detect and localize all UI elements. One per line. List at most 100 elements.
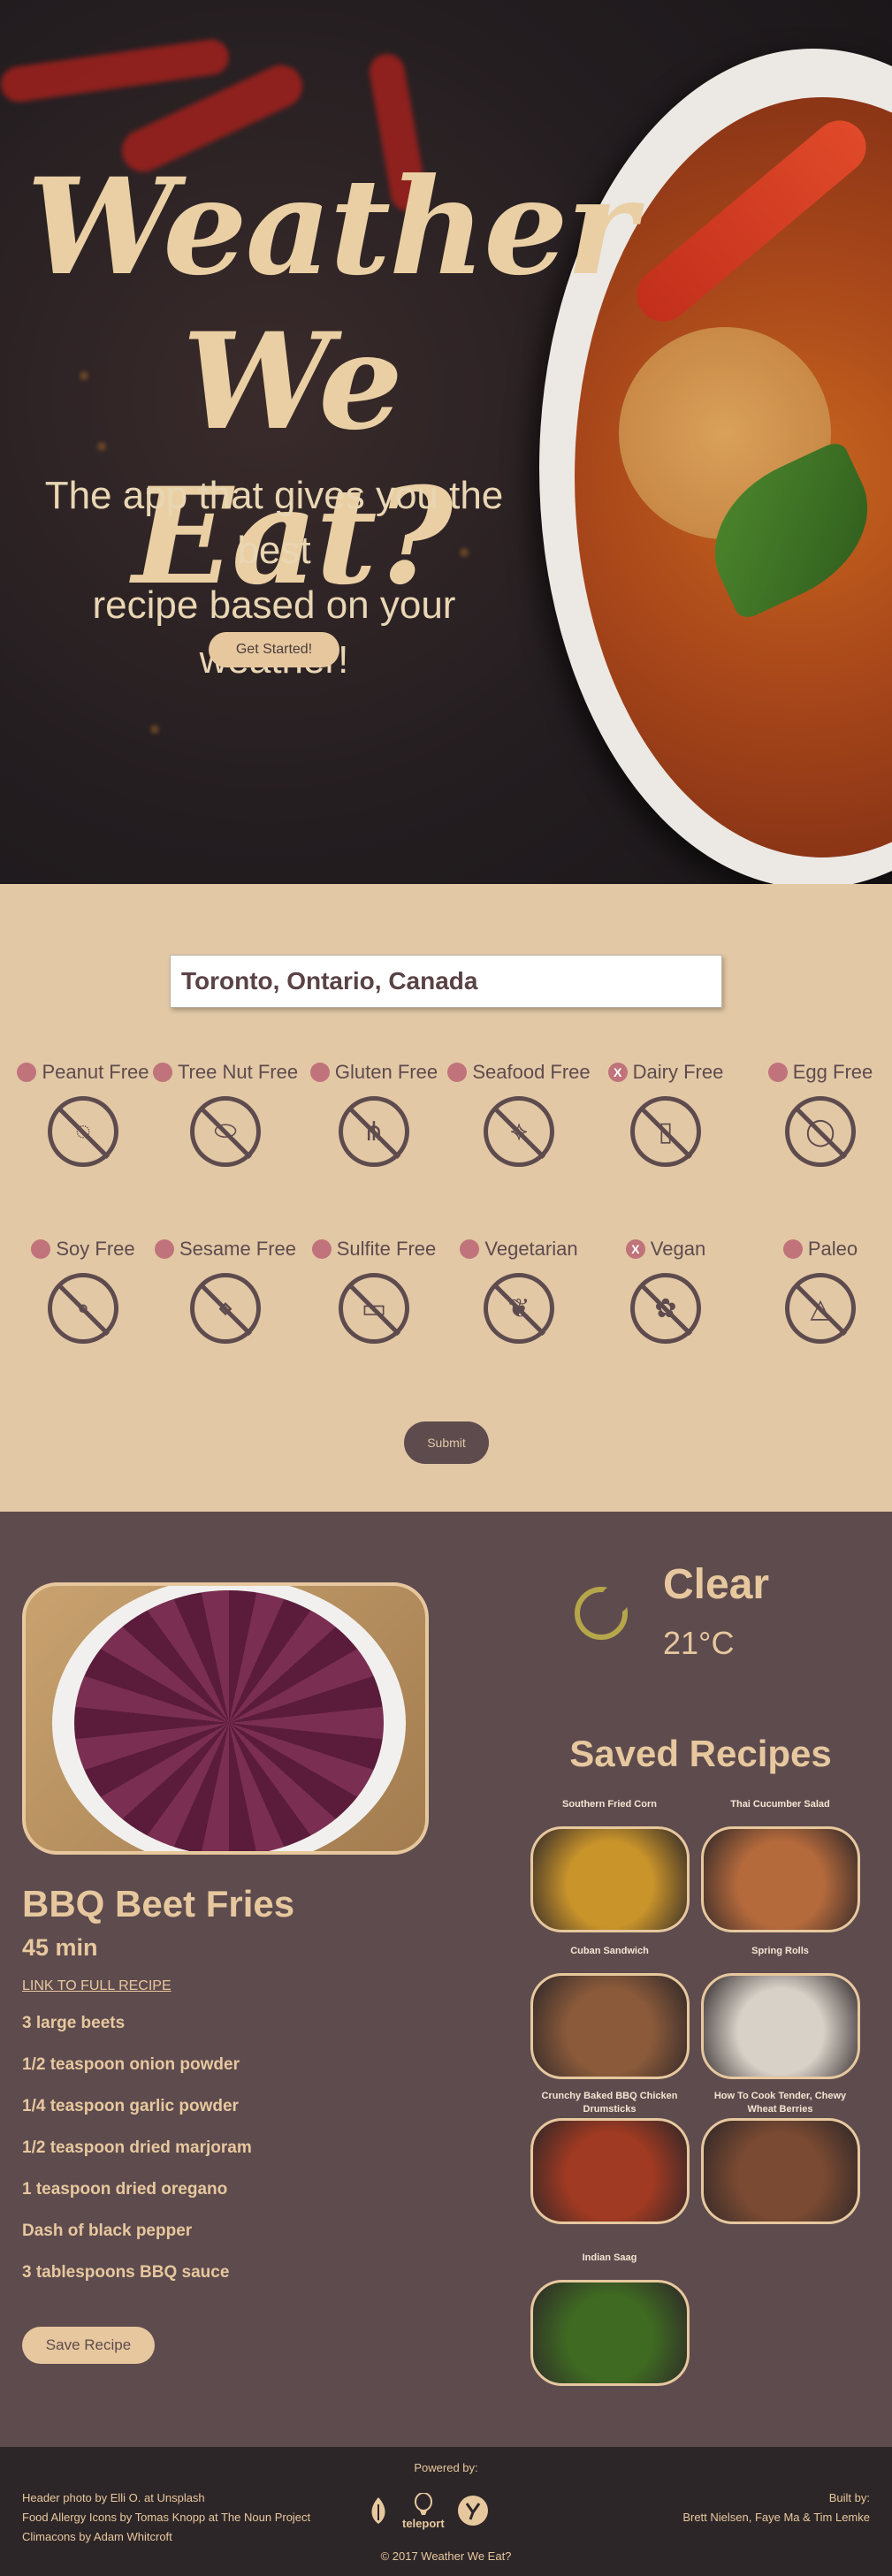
saved-recipe-thumbnail[interactable] [530, 2118, 690, 2224]
saved-recipe-name[interactable]: Cuban Sandwich [528, 1945, 691, 1973]
ingredient-item: 1/4 teaspoon garlic powder [22, 2097, 239, 2115]
powered-by-logos: teleport [367, 2491, 526, 2530]
saved-recipe-name[interactable]: Southern Fried Corn [528, 1798, 691, 1826]
saved-recipe-card[interactable]: Cuban Sandwich [528, 1945, 691, 2079]
filter-label[interactable]: Seafood Free [447, 1061, 591, 1084]
filter-option-soy-free[interactable]: Soy Free ∘ [12, 1238, 154, 1379]
teleport-logo[interactable]: teleport [402, 2491, 445, 2530]
filter-option-tree-nut-free[interactable]: Tree Nut Free ⬭ [152, 1061, 299, 1202]
filter-option-sesame-free[interactable]: Sesame Free ⋄ [154, 1238, 296, 1379]
filter-option-gluten-free[interactable]: Gluten Free ⋔ [303, 1061, 445, 1202]
recipe-section: BBQ Beet Fries 45 min LINK TO FULL RECIP… [0, 1512, 892, 2447]
ingredient-item: 1/2 teaspoon onion powder [22, 2055, 240, 2074]
checkbox-marked[interactable]: X [625, 1239, 645, 1259]
saved-recipe-card[interactable]: Indian Saag [528, 2252, 691, 2386]
filter-label[interactable]: Egg Free [750, 1061, 891, 1084]
saved-recipe-name[interactable]: Thai Cucumber Salad [698, 1798, 862, 1826]
filter-label[interactable]: Tree Nut Free [152, 1061, 299, 1084]
peanut-free-icon: ◌ [48, 1096, 118, 1167]
icon-glyph: △ [810, 1294, 831, 1323]
saved-recipe-thumbnail[interactable] [700, 1826, 860, 1932]
filter-label-text: Vegetarian [484, 1238, 578, 1260]
saved-recipe-thumbnail[interactable] [530, 2280, 690, 2386]
saved-recipe-name[interactable]: How To Cook Tender, Chewy Wheat Berries [698, 2090, 862, 2118]
built-by: Built by: Brett Nielsen, Faye Ma & Tim L… [682, 2488, 870, 2527]
ingredient-item: 1/2 teaspoon dried marjoram [22, 2138, 252, 2157]
filter-option-paleo[interactable]: Paleo △ [750, 1238, 891, 1379]
filter-option-sulfite-free[interactable]: Sulfite Free ▭ [303, 1238, 445, 1379]
filter-label[interactable]: Peanut Free [12, 1061, 154, 1084]
checkbox[interactable] [17, 1063, 37, 1082]
tree-nut-free-icon: ⬭ [190, 1096, 261, 1167]
filter-label-text: Tree Nut Free [177, 1061, 299, 1083]
teleport-logo-text: teleport [402, 2516, 445, 2530]
filter-label[interactable]: Gluten Free [303, 1061, 445, 1084]
seafood-free-icon: ⟡ [484, 1096, 554, 1167]
checkbox-marked[interactable]: X [607, 1063, 628, 1082]
icon-glyph: ⋄ [217, 1294, 234, 1323]
checkbox[interactable] [31, 1239, 51, 1259]
gluten-free-icon: ⋔ [339, 1096, 409, 1167]
location-input[interactable] [170, 955, 722, 1008]
sulfite-free-icon: ▭ [339, 1273, 409, 1344]
checkbox[interactable] [309, 1063, 330, 1082]
checkbox[interactable] [782, 1239, 803, 1259]
filter-label-text: Peanut Free [42, 1061, 149, 1083]
full-recipe-link[interactable]: LINK TO FULL RECIPE [22, 1978, 172, 1994]
saved-recipe-name[interactable]: Crunchy Baked BBQ Chicken Drumsticks [528, 2090, 691, 2118]
saved-recipes-title: Saved Recipes [569, 1733, 832, 1774]
footer: Header photo by Elli O. at Unsplash Food… [0, 2447, 892, 2576]
saved-recipe-card[interactable]: Southern Fried Corn [528, 1798, 691, 1932]
filter-label[interactable]: Soy Free [12, 1238, 154, 1261]
saved-recipe-thumbnail[interactable] [530, 1973, 690, 2079]
filter-label[interactable]: X Dairy Free [595, 1061, 736, 1084]
filter-label[interactable]: Sesame Free [154, 1238, 296, 1261]
checkbox[interactable] [447, 1063, 468, 1082]
filter-option-dairy-free[interactable]: X Dairy Free ▯ [595, 1061, 736, 1202]
save-recipe-button[interactable]: Save Recipe [22, 2327, 155, 2364]
saved-recipe-card[interactable]: How To Cook Tender, Chewy Wheat Berries [698, 2090, 862, 2224]
yummly-logo-icon[interactable] [457, 2495, 489, 2526]
saved-recipe-name[interactable]: Spring Rolls [698, 1945, 862, 1973]
hero-section: Weather We Eat? The app that gives you t… [0, 0, 892, 884]
balloon-icon [414, 2491, 432, 2515]
checkbox[interactable] [311, 1239, 332, 1259]
icon-glyph: ✿ [654, 1294, 677, 1323]
saved-recipe-thumbnail[interactable] [530, 1826, 690, 1932]
filter-label-text: Vegan [650, 1238, 706, 1260]
icon-glyph: ▯ [658, 1117, 674, 1147]
checkbox[interactable] [154, 1239, 174, 1259]
filter-label[interactable]: X Vegan [595, 1238, 736, 1261]
filter-option-peanut-free[interactable]: Peanut Free ◌ [12, 1061, 154, 1202]
ingredient-list: 3 large beets 1/2 teaspoon onion powder 1/… [22, 2014, 252, 2305]
filter-label[interactable]: Paleo [750, 1238, 891, 1261]
checkbox[interactable] [767, 1063, 788, 1082]
get-started-button[interactable]: Get Started! [209, 632, 339, 667]
credit-header-photo: Header photo by Elli O. at Unsplash [22, 2491, 205, 2504]
ingredient-item: 1 teaspoon dried oregano [22, 2180, 228, 2199]
checkbox[interactable] [152, 1063, 172, 1082]
saved-recipe-card[interactable]: Crunchy Baked BBQ Chicken Drumsticks [528, 2090, 691, 2224]
filter-label[interactable]: Vegetarian [448, 1238, 590, 1261]
checkbox[interactable] [460, 1239, 480, 1259]
filter-option-seafood-free[interactable]: Seafood Free ⟡ [447, 1061, 591, 1202]
filter-label-text: Soy Free [56, 1238, 135, 1260]
icon-glyph: ◌ [75, 1117, 91, 1146]
saved-recipe-thumbnail[interactable] [700, 1973, 860, 2079]
filter-option-vegan[interactable]: X Vegan ✿ [595, 1238, 736, 1379]
weather-condition: Clear [663, 1561, 770, 1608]
leaf-logo-icon[interactable] [367, 2496, 390, 2526]
submit-button[interactable]: Submit [404, 1421, 489, 1464]
saved-recipe-card[interactable]: Thai Cucumber Salad [698, 1798, 862, 1932]
filter-label[interactable]: Sulfite Free [303, 1238, 445, 1261]
filter-label-text: Paleo [807, 1238, 858, 1260]
filter-option-vegetarian[interactable]: Vegetarian ❦ [448, 1238, 590, 1379]
saved-recipe-name[interactable]: Indian Saag [528, 2252, 691, 2280]
saved-recipe-thumbnail[interactable] [700, 2118, 860, 2224]
vegan-icon: ✿ [630, 1273, 701, 1344]
footer-credits: Header photo by Elli O. at Unsplash Food… [22, 2488, 310, 2547]
saved-recipe-card[interactable]: Spring Rolls [698, 1945, 862, 2079]
recipe-title: BBQ Beet Fries [22, 1883, 295, 1924]
filter-option-egg-free[interactable]: Egg Free ◯ [750, 1061, 891, 1202]
icon-glyph: ▭ [361, 1294, 387, 1323]
